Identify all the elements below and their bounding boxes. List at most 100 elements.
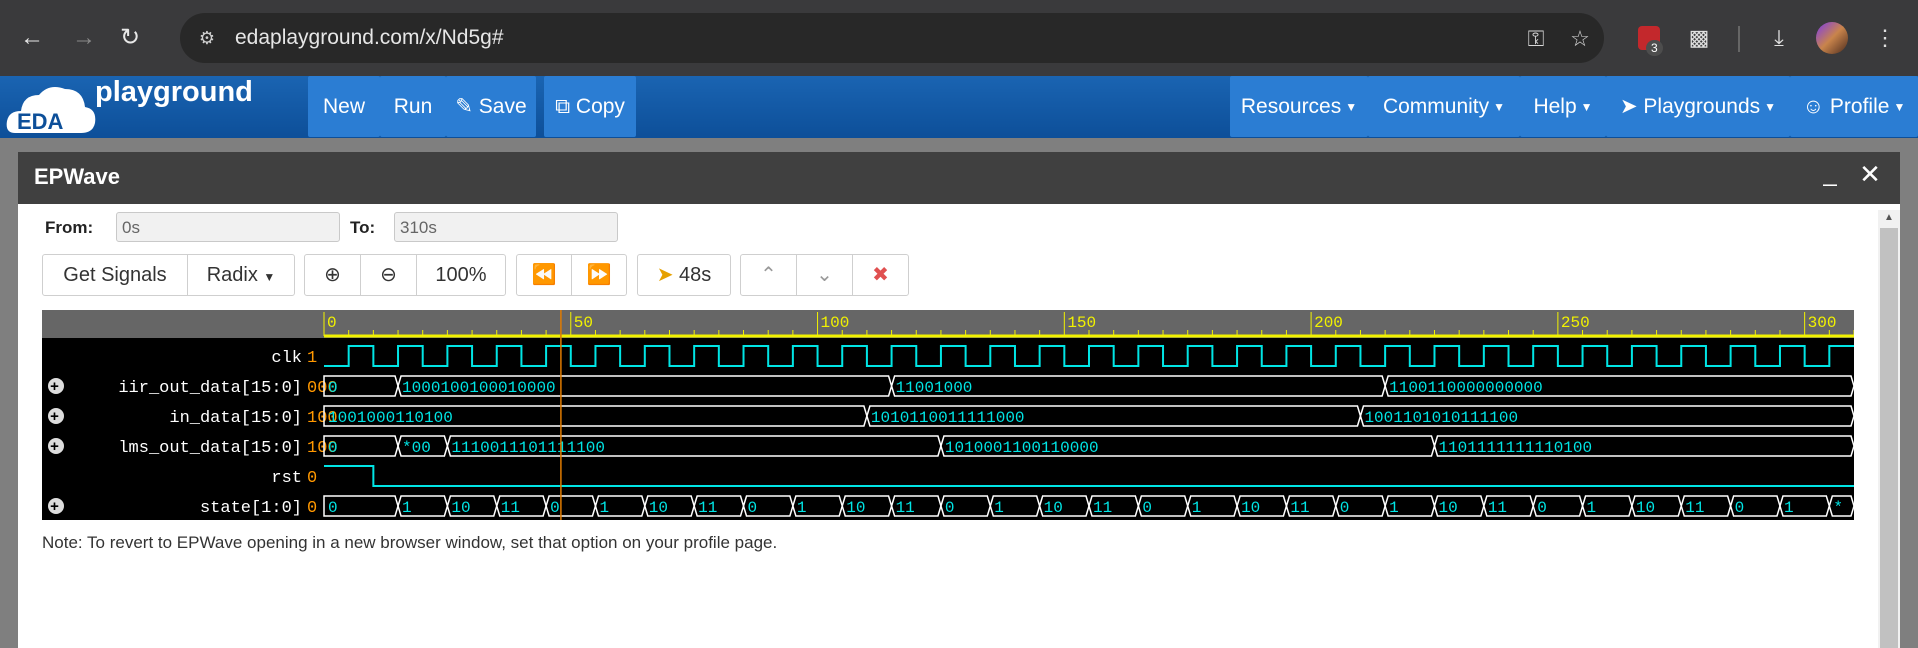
url-text[interactable]: edaplayground.com/x/Nd5g# <box>235 26 504 50</box>
download-icon[interactable]: ⤓ <box>1762 21 1796 55</box>
help-label: Help <box>1533 95 1577 118</box>
scroll-up-icon[interactable]: ▲ <box>1884 212 1894 223</box>
signal-name[interactable]: rst <box>271 469 302 488</box>
signal-value: 1 <box>307 349 317 368</box>
address-bar[interactable]: ⚙ edaplayground.com/x/Nd5g# ⚿ ☆ <box>180 13 1604 63</box>
bus-value: 1101111111110100 <box>1438 439 1592 457</box>
to-field[interactable]: 310s <box>394 212 618 242</box>
remove-signal-button[interactable]: ✖ <box>852 254 909 296</box>
signal-name[interactable]: in_data[15:0] <box>169 409 302 428</box>
get-signals-label: Get Signals <box>63 264 167 286</box>
caret-down-icon: ▼ <box>1493 99 1506 114</box>
ruler-label: 100 <box>821 314 850 332</box>
eda-logo-cloud-icon[interactable]: EDA <box>5 77 97 137</box>
minimize-icon[interactable]: _ <box>1816 160 1844 190</box>
copy-button[interactable]: ⧉ Copy <box>544 76 636 137</box>
bus-value: 11 <box>896 499 915 517</box>
backward-icon: ⏪ <box>531 264 557 286</box>
from-label: From: <box>45 218 94 237</box>
menu-icon[interactable]: ⋮ <box>1868 21 1902 55</box>
bus-value: 10 <box>1438 499 1457 517</box>
modal-header: EPWave _ ✕ <box>18 152 1900 204</box>
new-button[interactable]: New <box>308 76 380 137</box>
bus-value: 1010001100110000 <box>945 439 1099 457</box>
logo-badge-text: EDA <box>17 109 64 134</box>
note-text: Note: To revert to EPWave opening in a n… <box>42 533 778 552</box>
logo-text[interactable]: playground <box>95 76 253 109</box>
to-label: To: <box>350 218 376 237</box>
signal-name[interactable]: iir_out_data[15:0] <box>118 379 302 398</box>
signal-name[interactable]: lms_out_data[15:0] <box>118 439 302 458</box>
avatar[interactable] <box>1816 22 1848 54</box>
site-settings-icon[interactable]: ⚙ <box>194 25 220 51</box>
radix-dropdown[interactable]: Radix ▼ <box>187 254 295 296</box>
plus-icon[interactable]: + <box>50 379 59 396</box>
bus-value: 1 <box>1784 499 1794 517</box>
bus-value: 0 <box>748 499 758 517</box>
caret-down-icon: ▼ <box>1580 99 1593 114</box>
bus-value: *00 <box>402 439 431 457</box>
save-button[interactable]: ✎ Save <box>446 76 536 137</box>
bus-value: 0 <box>945 499 955 517</box>
get-signals-button[interactable]: Get Signals <box>42 254 188 296</box>
community-label: Community <box>1382 95 1490 118</box>
bus-value: 0 <box>328 499 338 517</box>
bus-value: 1 <box>1192 499 1202 517</box>
bus-value: 11 <box>698 499 717 517</box>
run-button[interactable]: Run <box>380 76 446 137</box>
back-icon[interactable]: ← <box>14 20 50 56</box>
profile-menu[interactable]: ☺ Profile ▼ <box>1790 76 1918 137</box>
bus-value: 0 <box>550 499 560 517</box>
reload-icon[interactable]: ↻ <box>112 20 148 56</box>
help-menu[interactable]: Help ▼ <box>1520 76 1606 137</box>
ruler-label: 250 <box>1561 314 1590 332</box>
save-button-label: Save <box>478 95 527 118</box>
bus-value: 1000100100010000 <box>402 379 556 397</box>
bus-value: 11 <box>501 499 520 517</box>
bus-value: 1 <box>994 499 1004 517</box>
bus-value: 0 <box>1340 499 1350 517</box>
plus-icon[interactable]: + <box>50 409 59 426</box>
jump-back-button[interactable]: ⏪ <box>516 254 572 296</box>
move-down-button[interactable]: ⌄ <box>796 254 853 296</box>
move-up-button[interactable]: ⌃ <box>740 254 797 296</box>
cursor-time-text: 48s <box>679 264 712 286</box>
puzzle-icon[interactable]: ▩ <box>1682 21 1716 55</box>
zoom-out-button[interactable]: ⊖ <box>360 254 417 296</box>
plus-icon[interactable]: + <box>50 439 59 456</box>
bus-value: 1 <box>402 499 412 517</box>
signal-name[interactable]: state[1:0] <box>200 499 302 518</box>
chevron-down-icon: ⌄ <box>816 264 833 286</box>
star-icon[interactable]: ☆ <box>1566 25 1594 53</box>
run-button-label: Run <box>393 95 433 118</box>
ruler-label: 0 <box>327 314 337 332</box>
jump-forward-button[interactable]: ⏩ <box>571 254 627 296</box>
close-icon: ✖ <box>872 264 889 286</box>
signal-value: 0 <box>307 499 317 518</box>
playgrounds-menu[interactable]: ➤ Playgrounds ▼ <box>1606 76 1790 137</box>
bus-value: 10 <box>1241 499 1260 517</box>
scrollbar-thumb[interactable] <box>1880 228 1898 648</box>
from-field[interactable]: 0s <box>116 212 340 242</box>
zoom-in-button[interactable]: ⊕ <box>304 254 361 296</box>
bus-value: 0 <box>1735 499 1745 517</box>
zoom-level[interactable]: 100% <box>416 254 506 296</box>
signal-name[interactable]: clk <box>271 349 302 368</box>
waveform-viewer[interactable]: 0 50 100 150 200 250 300clk 1+ iir_out_data[15:0… <box>42 310 1854 520</box>
forward-icon[interactable]: → <box>66 20 102 56</box>
cursor-time-button[interactable]: ➤ 48s <box>637 254 731 296</box>
bus-value: 10 <box>1044 499 1063 517</box>
bus-value: 10 <box>649 499 668 517</box>
bus-value: 10 <box>1636 499 1655 517</box>
caret-down-icon: ▼ <box>1764 99 1777 114</box>
resources-menu[interactable]: Resources ▼ <box>1230 76 1368 137</box>
chevron-up-icon: ⌃ <box>760 264 777 286</box>
close-icon[interactable]: ✕ <box>1856 159 1884 189</box>
key-icon[interactable]: ⚿ <box>1522 25 1550 53</box>
copy-icon: ⧉ <box>555 95 576 118</box>
bus-value: 1 <box>1389 499 1399 517</box>
radix-label: Radix <box>206 264 258 286</box>
plus-icon[interactable]: + <box>50 499 59 516</box>
community-menu[interactable]: Community ▼ <box>1368 76 1520 137</box>
profile-label: Profile <box>1829 95 1890 118</box>
